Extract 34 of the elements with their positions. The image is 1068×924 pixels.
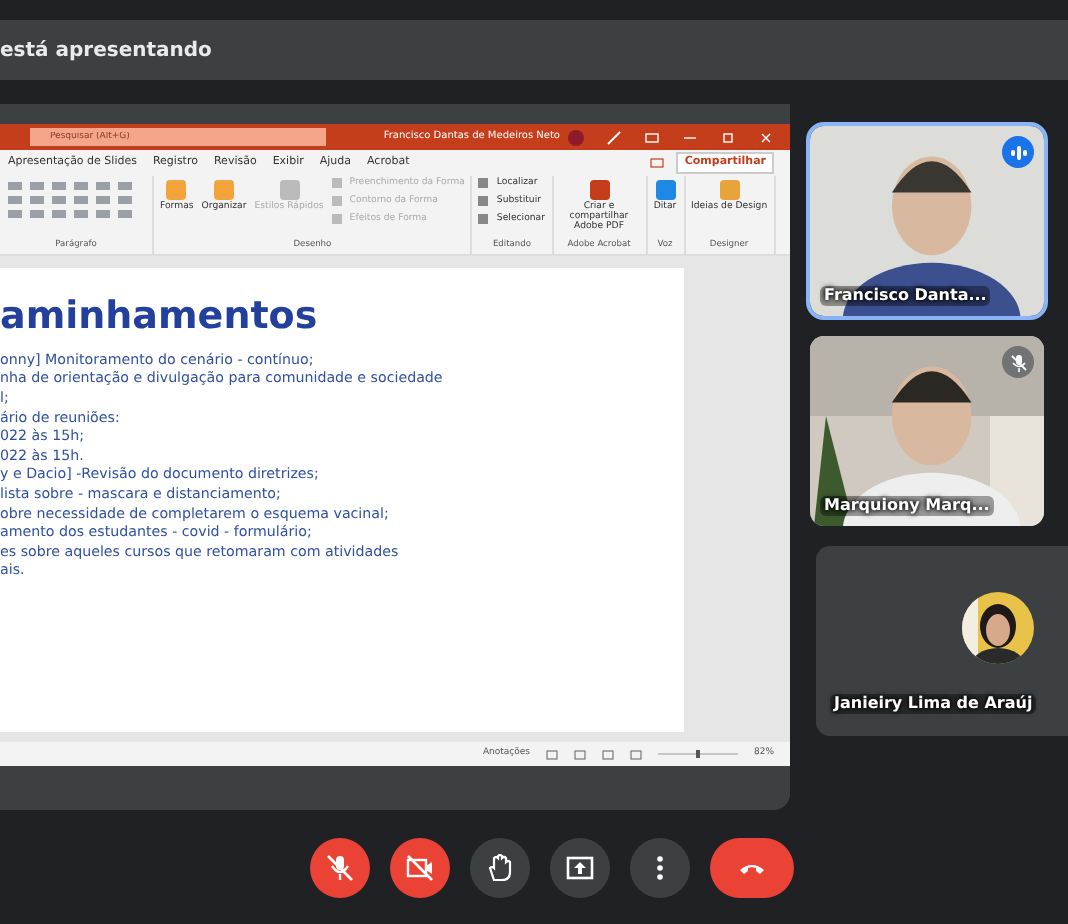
camera-off-icon: [406, 853, 434, 881]
tool-icon: [277, 178, 302, 202]
present-screen-icon: [566, 853, 594, 881]
mic-button[interactable]: [310, 837, 370, 897]
mic-off-icon: [326, 853, 354, 881]
more-button[interactable]: [630, 837, 690, 897]
zoom-slider-track[interactable]: [657, 748, 738, 760]
hand-icon: [486, 853, 514, 881]
tool-icon: [653, 178, 677, 202]
restore-icon[interactable]: [720, 129, 736, 145]
hand-button[interactable]: [470, 837, 530, 897]
normal-view-icon[interactable]: [545, 749, 558, 759]
tool-icon: [164, 178, 189, 202]
slider-thumb[interactable]: [695, 750, 700, 758]
tool-icon: [717, 178, 742, 202]
tool-icon: [212, 178, 237, 202]
participant-tile[interactable]: Francisco Danta...: [810, 126, 1044, 316]
reading-view-icon[interactable]: [601, 749, 614, 759]
camera-button[interactable]: [390, 837, 450, 897]
pen-icon[interactable]: [606, 129, 622, 145]
slide-title: aminhamentos: [0, 296, 320, 338]
leave-call-button[interactable]: [710, 837, 794, 897]
present-button[interactable]: [550, 837, 610, 897]
audio-level-icon: [1009, 145, 1027, 159]
window-icon[interactable]: [644, 129, 660, 145]
mic-off-icon: [1009, 353, 1027, 371]
slideshow-icon[interactable]: [629, 749, 642, 759]
comment-icon[interactable]: [650, 157, 665, 169]
grid-view-icon[interactable]: [573, 749, 586, 759]
presenter-label: está apresentando: [0, 37, 212, 65]
tool-icon: [587, 178, 611, 202]
close-icon[interactable]: [758, 129, 774, 145]
participant-tile[interactable]: Janieiry Lima de Araúj: [816, 546, 1068, 736]
avatar-icon: [568, 129, 584, 145]
